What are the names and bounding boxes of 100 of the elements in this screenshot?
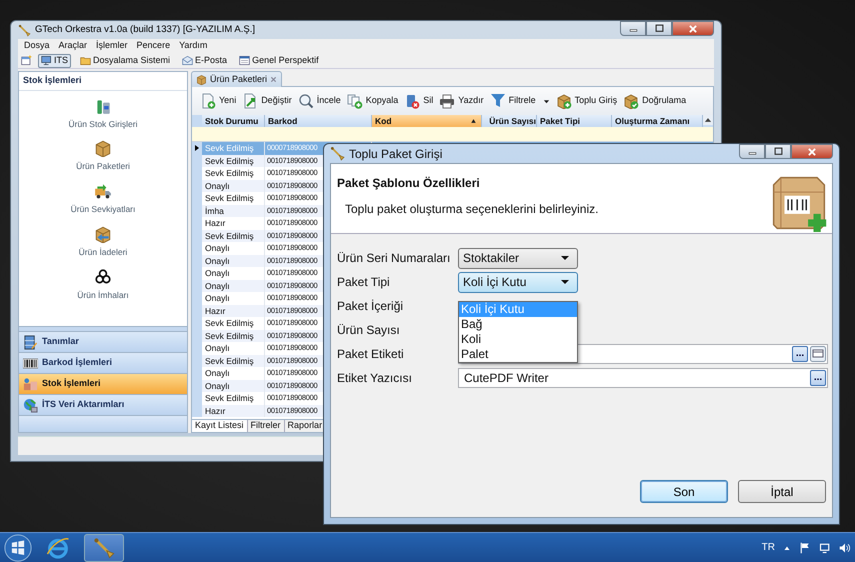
dialog-button[interactable]: İptal <box>738 480 826 503</box>
editor-tab[interactable]: Ürün Paketleri <box>191 71 282 87</box>
close-icon <box>688 24 698 34</box>
navigator-group[interactable]: Tanımlar <box>19 331 187 352</box>
toolbar-button[interactable]: Filtrele <box>488 93 552 109</box>
start-button[interactable] <box>4 534 32 562</box>
maximize-button[interactable] <box>646 21 672 36</box>
toolbar-button[interactable]: Doğrulama <box>621 93 688 109</box>
barcode-icon <box>23 356 38 370</box>
perspective-button[interactable]: Dosyalama Sistemi <box>77 54 174 68</box>
biohazard-icon <box>94 268 112 286</box>
language-indicator[interactable]: TR <box>762 540 775 555</box>
navigator-item[interactable]: Ürün Paketleri <box>76 139 130 173</box>
toolbar-button[interactable]: Yeni <box>198 93 238 109</box>
perspective-button[interactable]: Genel Perspektif <box>236 54 322 68</box>
close-icon[interactable] <box>270 76 278 83</box>
toolbar-button[interactable]: Değiştir <box>240 93 294 109</box>
row-indicator-icon <box>195 145 199 152</box>
box-add-icon <box>556 93 572 109</box>
new-document-icon <box>200 93 216 109</box>
minimize-button[interactable] <box>739 144 765 159</box>
input-field[interactable]: CutePDF Writer ... <box>458 368 828 388</box>
cabinet-icon <box>23 334 38 350</box>
monitor-icon <box>41 55 52 66</box>
dialog-button[interactable]: Son <box>640 480 728 503</box>
dropdown[interactable]: Koli İçi Kutu <box>458 272 578 292</box>
navigator-group[interactable]: İTS Veri Aktarımları <box>19 394 187 415</box>
toolbar-button[interactable]: Sil <box>402 93 436 109</box>
close-icon <box>807 146 817 156</box>
toolbar-button[interactable]: Kopyala <box>344 93 400 109</box>
toolbar-button[interactable]: Toplu Giriş <box>554 93 620 109</box>
table-cell: Onaylı <box>202 180 265 192</box>
browse-button[interactable]: ... <box>792 346 808 362</box>
maximize-icon <box>774 147 782 156</box>
browser-icon <box>46 536 70 560</box>
globe-icon <box>23 398 38 412</box>
navigator-item[interactable]: Ürün Stok Girişleri <box>68 96 138 130</box>
perspective-button[interactable]: ITS <box>38 54 72 68</box>
table-cell: Sevk Edilmiş <box>202 354 265 367</box>
menu-item[interactable]: Pencere <box>136 39 170 53</box>
truck-icon <box>94 182 112 200</box>
navigator-item[interactable]: Ürün İmhaları <box>77 268 129 302</box>
maximize-button[interactable] <box>765 144 791 159</box>
box-check-icon <box>623 93 640 109</box>
menu-item[interactable]: Araçlar <box>58 39 88 53</box>
taskbar-app[interactable] <box>84 534 124 562</box>
close-button[interactable] <box>672 21 714 36</box>
trumpet-icon <box>18 24 31 36</box>
scroll-up-icon[interactable] <box>703 115 713 125</box>
view-tab[interactable]: Filtreler <box>248 420 285 432</box>
network-icon[interactable] <box>819 542 831 554</box>
dropdown-option[interactable]: Palet <box>459 347 577 362</box>
navigator-group[interactable]: Stok İşlemleri <box>19 373 187 394</box>
delete-icon <box>404 93 420 109</box>
dropdown[interactable]: Stoktakiler <box>458 248 578 268</box>
tab-label: Ürün Paketleri <box>210 72 268 86</box>
edit-document-icon <box>242 93 258 109</box>
minimize-button[interactable] <box>620 21 646 36</box>
flag-icon[interactable] <box>799 542 811 554</box>
view-tab[interactable]: Kayıt Listesi <box>192 420 248 432</box>
trumpet-icon <box>93 536 115 558</box>
box-icon <box>196 74 207 85</box>
table-cell: Sevk Edilmiş <box>202 230 265 242</box>
dropdown-option[interactable]: Bağ <box>459 317 577 332</box>
toolbar-button[interactable]: İncele <box>296 93 343 109</box>
calendar-icon <box>239 55 250 66</box>
dropdown-option[interactable]: Koli <box>459 332 577 347</box>
perspective-button[interactable]: E-Posta <box>179 54 230 68</box>
copy-icon <box>346 93 363 109</box>
table-cell: İmha <box>202 204 265 217</box>
table-cell: Hazır <box>202 404 265 417</box>
navigator-item[interactable]: Ürün Sevkiyatları <box>70 182 136 216</box>
menu-item[interactable]: Yardım <box>179 39 208 53</box>
splitter-handle[interactable] <box>19 326 187 331</box>
box-icon <box>94 139 112 158</box>
browse-button[interactable]: ... <box>810 370 826 386</box>
table-cell: Onaylı <box>202 254 265 267</box>
navigator-group[interactable]: Barkod İşlemleri <box>19 352 187 373</box>
panel-title: Stok İşlemleri <box>19 72 187 90</box>
table-cell: Sevk Edilmiş <box>202 154 265 167</box>
row-header <box>192 115 202 127</box>
toolbar-button[interactable]: Yazdır <box>437 93 486 109</box>
envelope-icon <box>182 55 194 66</box>
menu-item[interactable]: Dosya <box>24 39 50 53</box>
close-button[interactable] <box>791 144 833 159</box>
caret-icon <box>561 256 569 260</box>
boxes-icon <box>23 376 38 392</box>
table-cell: Hazır <box>202 304 265 317</box>
table-cell: Sevk Edilmiş <box>202 330 265 342</box>
menu-item[interactable]: İşlemler <box>96 39 128 53</box>
table-cell: Onaylı <box>202 380 265 392</box>
navigator-item[interactable]: Ürün İadeleri <box>78 224 128 258</box>
speaker-icon[interactable] <box>839 542 851 554</box>
box-return-icon <box>94 224 112 243</box>
sort-arrow-icon <box>470 118 477 124</box>
table-cell: Onaylı <box>202 280 265 292</box>
label-icon[interactable] <box>810 346 826 362</box>
printer-icon <box>439 93 456 109</box>
column-header[interactable]: Kod <box>372 115 482 127</box>
caret-icon[interactable] <box>542 98 550 104</box>
